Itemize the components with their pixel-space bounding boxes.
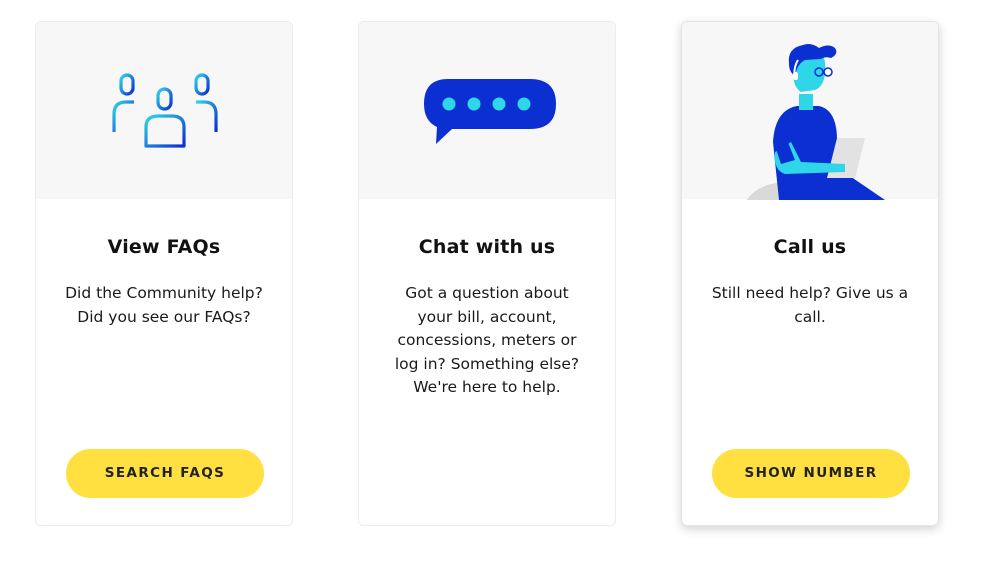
support-agent-illustration: [746, 44, 885, 200]
search-faqs-button[interactable]: SEARCH FAQS: [66, 449, 264, 498]
call-card-illustration-area: [682, 22, 938, 200]
faq-card-title: View FAQs: [107, 236, 221, 258]
faq-card-illustration-area: [36, 22, 292, 199]
faq-card: View FAQs Did the Community help? Did yo…: [35, 21, 293, 526]
call-card: Call us Still need help? Give us a call.…: [681, 21, 939, 526]
chat-card-title: Chat with us: [418, 236, 556, 258]
chat-bubble-icon: [424, 79, 556, 144]
faq-card-description: Did the Community help? Did you see our …: [65, 284, 263, 326]
chat-card-description: Got a question about your bill, account,…: [394, 284, 580, 396]
people-group-icon: [112, 73, 218, 148]
chat-card-illustration-area: [359, 22, 615, 199]
call-card-description: Still need help? Give us a call.: [711, 284, 909, 326]
show-number-button[interactable]: SHOW NUMBER: [712, 449, 910, 498]
chat-card: Chat with us Got a question about your b…: [358, 21, 616, 526]
call-card-title: Call us: [773, 236, 847, 258]
